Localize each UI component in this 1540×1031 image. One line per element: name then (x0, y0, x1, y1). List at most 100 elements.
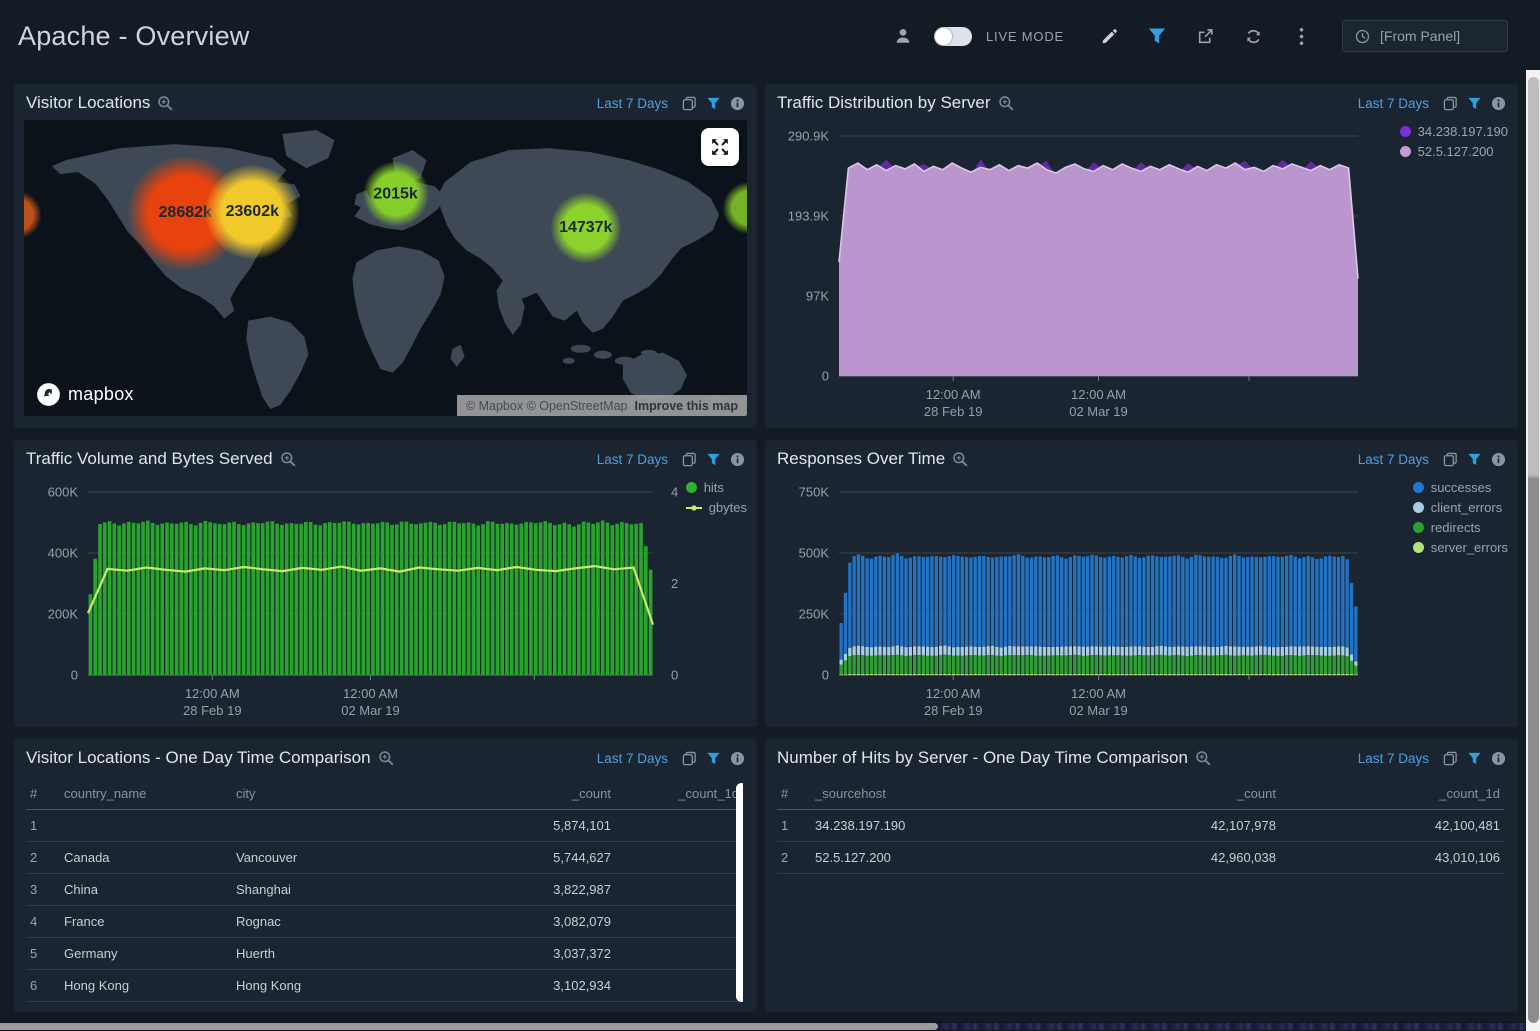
search-plus-icon[interactable] (378, 750, 395, 767)
legend-item[interactable]: 34.238.197.190 (1400, 124, 1508, 139)
table-row[interactable]: 2CanadaVancouver5,744,627 (26, 841, 743, 873)
search-plus-icon[interactable] (157, 95, 174, 112)
table-scrollbar[interactable] (736, 783, 743, 1002)
table-cell: 2 (26, 841, 60, 873)
legend-label: 34.238.197.190 (1418, 124, 1508, 139)
export-icon[interactable] (1188, 19, 1222, 53)
legend-item[interactable]: 52.5.127.200 (1400, 144, 1508, 159)
time-range-label[interactable]: Last 7 Days (597, 96, 668, 111)
time-range-label[interactable]: Last 7 Days (597, 452, 668, 467)
table-row[interactable]: 3ChinaShanghai3,822,987 (26, 873, 743, 905)
table-row[interactable]: 5GermanyHuerth3,037,372 (26, 937, 743, 969)
time-range-label[interactable]: Last 7 Days (1358, 452, 1429, 467)
column-header[interactable]: _count_1d (615, 779, 743, 809)
hits-by-server-table: #_sourcehost_count_count_1d134.238.197.1… (777, 779, 1504, 874)
column-header[interactable]: _count (1010, 779, 1280, 809)
legend-item[interactable]: successes (1413, 480, 1508, 495)
copy-icon[interactable] (1443, 96, 1458, 111)
column-header[interactable]: _sourcehost (811, 779, 1010, 809)
table-cell: Hong Kong (60, 969, 232, 1001)
panel-hits-table: Number of Hits by Server - One Day Time … (765, 739, 1518, 1012)
table-cell (615, 809, 743, 841)
filter-icon[interactable] (706, 452, 721, 467)
legend-item[interactable]: hits (686, 480, 747, 495)
legend-label: hits (704, 480, 724, 495)
table-row[interactable]: 252.5.127.20042,960,03843,010,106 (777, 841, 1504, 873)
mapbox-logo[interactable]: mapbox (36, 382, 134, 407)
svg-text:0: 0 (822, 369, 829, 384)
info-icon[interactable] (730, 452, 745, 467)
copy-icon[interactable] (1443, 452, 1458, 467)
table-row[interactable]: 4FranceRognac3,082,079 (26, 905, 743, 937)
filter-icon[interactable] (706, 96, 721, 111)
legend-item[interactable]: gbytes (686, 500, 747, 515)
table-cell: 52.5.127.200 (811, 841, 1010, 873)
copy-icon[interactable] (682, 96, 697, 111)
map-bubble[interactable]: 2015k (363, 162, 428, 227)
table-row[interactable]: 134.238.197.19042,107,97842,100,481 (777, 809, 1504, 841)
time-range-label[interactable]: Last 7 Days (1358, 751, 1429, 766)
time-range-label[interactable]: Last 7 Days (597, 751, 668, 766)
search-plus-icon[interactable] (952, 451, 969, 468)
svg-text:250K: 250K (799, 607, 830, 622)
horizontal-scrollbar-thumb[interactable] (0, 1023, 938, 1030)
expand-icon[interactable] (701, 128, 739, 166)
copy-icon[interactable] (682, 751, 697, 766)
svg-text:193.9K: 193.9K (788, 209, 830, 224)
copy-icon[interactable] (1443, 751, 1458, 766)
filter-icon[interactable] (706, 751, 721, 766)
copy-icon[interactable] (682, 452, 697, 467)
horizontal-scrollbar[interactable] (0, 1022, 1526, 1031)
user-icon[interactable] (886, 19, 920, 53)
column-header[interactable]: city (232, 779, 465, 809)
kebab-menu-icon[interactable] (1284, 19, 1318, 53)
map-bubble[interactable]: 14737k (551, 193, 621, 263)
time-range-input[interactable]: [From Panel] (1342, 20, 1508, 52)
table-cell: Germany (60, 937, 232, 969)
column-header[interactable]: country_name (60, 779, 232, 809)
info-icon[interactable] (1491, 751, 1506, 766)
panel-visitor-locations: Visitor Locations Last 7 Days (14, 84, 757, 428)
info-icon[interactable] (1491, 452, 1506, 467)
filter-icon[interactable] (1467, 751, 1482, 766)
filter-icon[interactable] (1467, 452, 1482, 467)
attribution-text[interactable]: © Mapbox © OpenStreetMap (466, 399, 628, 413)
column-header[interactable]: # (26, 779, 60, 809)
improve-map-link[interactable]: Improve this map (635, 399, 739, 413)
svg-text:400K: 400K (48, 546, 79, 561)
table-row[interactable]: 6Hong KongHong Kong3,102,934 (26, 969, 743, 1001)
edit-pencil-icon[interactable] (1092, 19, 1126, 53)
filter-icon[interactable] (1467, 96, 1482, 111)
svg-text:12:00 AM: 12:00 AM (185, 686, 240, 701)
column-header[interactable]: _count (465, 779, 615, 809)
time-range-label[interactable]: Last 7 Days (1358, 96, 1429, 111)
svg-text:28 Feb 19: 28 Feb 19 (924, 404, 983, 419)
table-row[interactable]: 15,874,101 (26, 809, 743, 841)
legend-label: gbytes (709, 500, 747, 515)
column-header[interactable]: _count_1d (1280, 779, 1504, 809)
search-plus-icon[interactable] (998, 95, 1015, 112)
live-mode-toggle[interactable] (934, 27, 972, 46)
search-plus-icon[interactable] (1195, 750, 1212, 767)
vertical-scrollbar[interactable] (1526, 70, 1540, 1031)
legend-label: redirects (1431, 520, 1481, 535)
info-icon[interactable] (1491, 96, 1506, 111)
legend-item[interactable]: server_errors (1413, 540, 1508, 555)
panel-traffic-distribution: Traffic Distribution by Server Last 7 Da… (765, 84, 1518, 428)
filter-icon[interactable] (1140, 19, 1174, 53)
vertical-scrollbar-thumb[interactable] (1528, 77, 1539, 1023)
map-bubble[interactable]: 23602k (205, 165, 299, 259)
table-cell: Vancouver (232, 841, 465, 873)
world-map[interactable]: mapbox © Mapbox © OpenStreetMap Improve … (24, 120, 747, 416)
column-header[interactable]: # (777, 779, 811, 809)
panel-actions: Last 7 Days (1358, 452, 1506, 467)
panel-title: Traffic Volume and Bytes Served (26, 449, 273, 469)
legend-item[interactable]: client_errors (1413, 500, 1508, 515)
refresh-icon[interactable] (1236, 19, 1270, 53)
info-icon[interactable] (730, 751, 745, 766)
table-cell (615, 873, 743, 905)
info-icon[interactable] (730, 96, 745, 111)
legend-item[interactable]: redirects (1413, 520, 1508, 535)
panel-actions: Last 7 Days (1358, 751, 1506, 766)
search-plus-icon[interactable] (280, 451, 297, 468)
